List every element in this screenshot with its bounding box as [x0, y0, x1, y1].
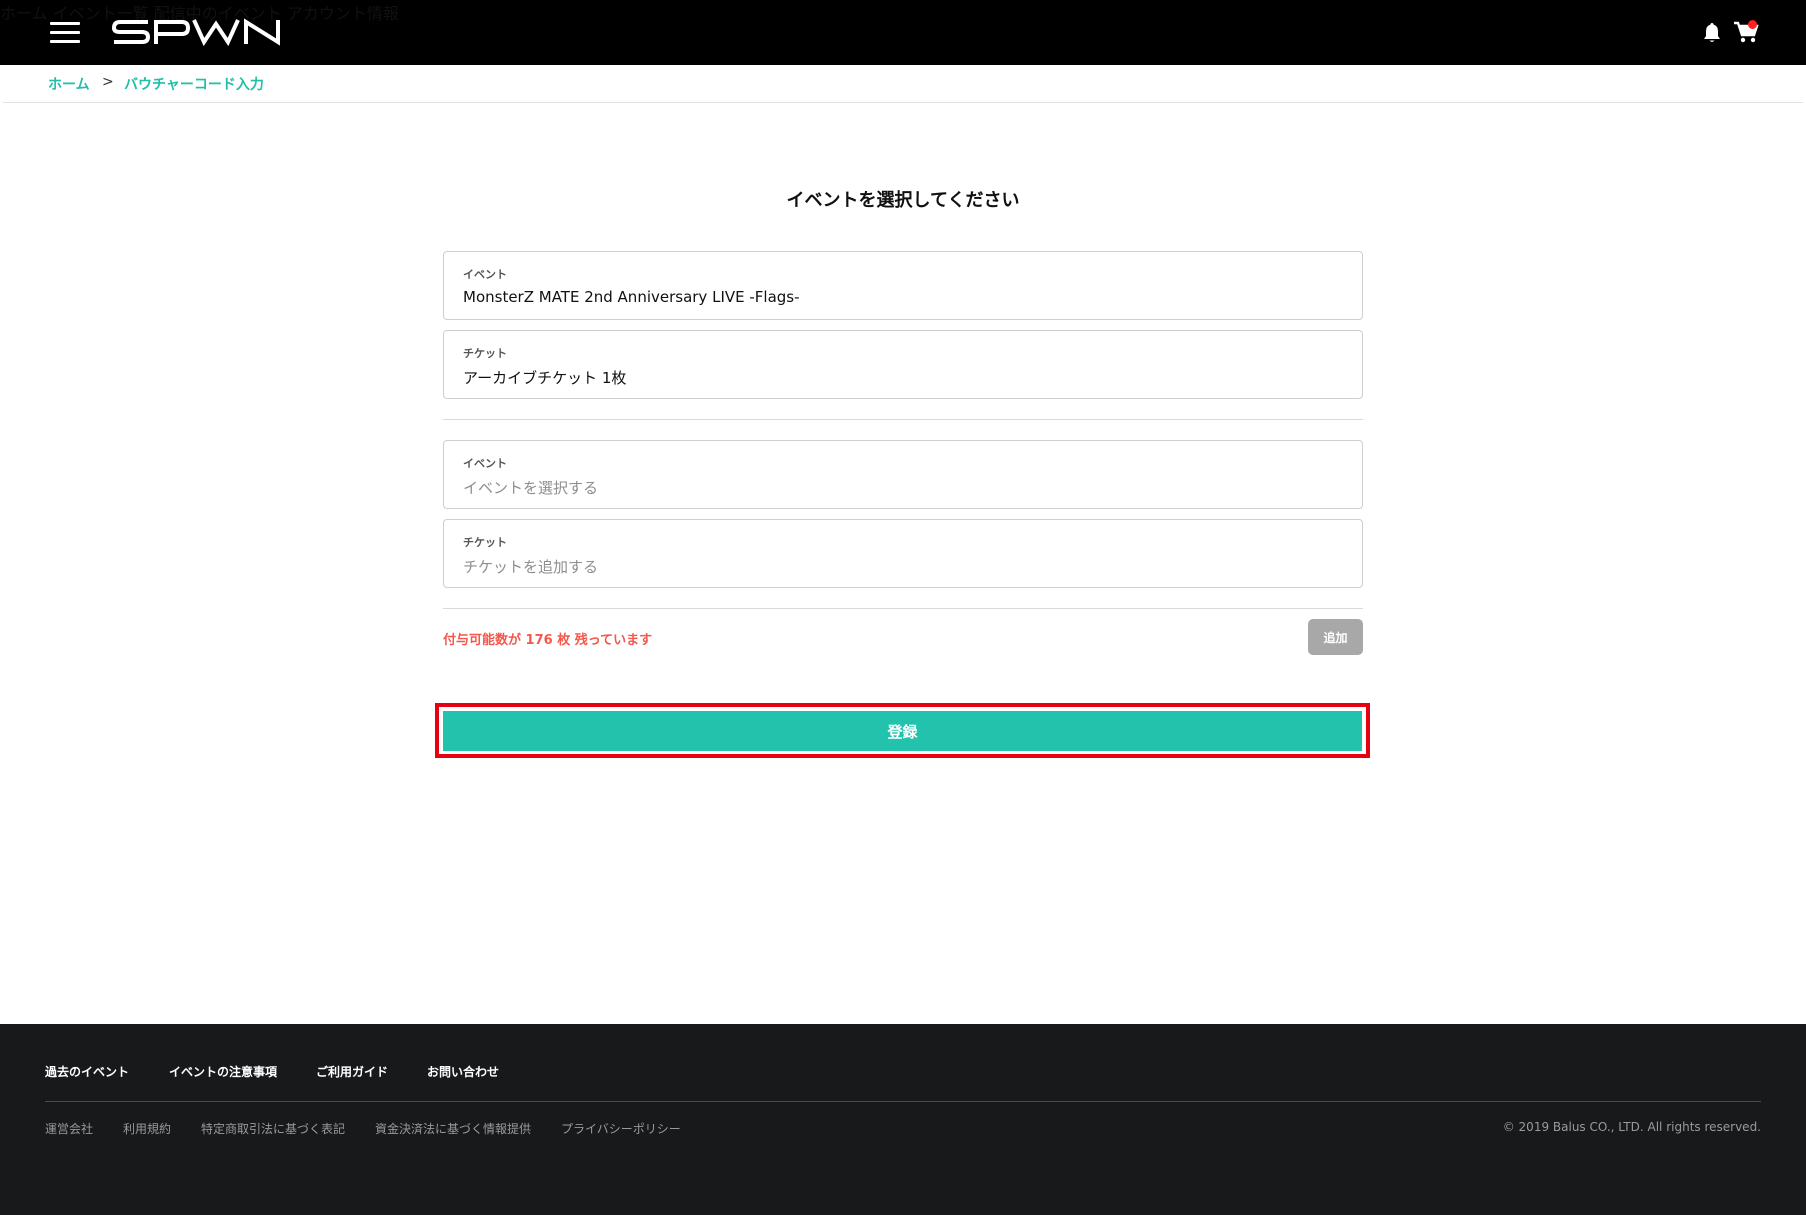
top-header: ホーム イベント一覧 配信中のイベント アカウント情報 [0, 0, 1806, 65]
section-divider [443, 608, 1363, 609]
register-button[interactable]: 登録 [443, 711, 1362, 751]
menu-icon[interactable] [50, 22, 80, 43]
footer-link-privacy[interactable]: プライバシーポリシー [561, 1120, 681, 1137]
footer-link-terms[interactable]: 利用規約 [123, 1120, 171, 1137]
breadcrumb: ホーム > バウチャーコード入力 [3, 65, 1803, 103]
ticket-add-field[interactable]: チケット チケットを追加する [443, 519, 1363, 588]
footer-link-contact[interactable]: お問い合わせ [427, 1063, 499, 1080]
field-placeholder: チケットを追加する [463, 558, 599, 576]
field-value: MonsterZ MATE 2nd Anniversary LIVE -Flag… [463, 288, 800, 306]
footer-divider [45, 1101, 1761, 1102]
event-select-field[interactable]: イベント イベントを選択する [443, 440, 1363, 509]
breadcrumb-separator: > [102, 74, 114, 90]
field-label: イベント [463, 268, 507, 281]
copyright-text: © 2019 Balus CO., LTD. All rights reserv… [1502, 1120, 1761, 1134]
nav-account-info[interactable]: アカウント情報 [287, 4, 399, 23]
remaining-count-text: 付与可能数が 176 枚 残っています [443, 633, 653, 648]
spwn-logo[interactable] [112, 18, 284, 46]
bell-icon[interactable] [1702, 22, 1722, 44]
cart-notification-dot [1748, 20, 1757, 29]
page-title: イベントを選択してください [786, 190, 1020, 211]
field-label: チケット [463, 347, 507, 360]
section-divider [443, 419, 1363, 420]
footer-link-event-notes[interactable]: イベントの注意事項 [169, 1063, 277, 1080]
field-value: アーカイブチケット 1枚 [463, 369, 627, 387]
footer: 過去のイベント イベントの注意事項 ご利用ガイド お問い合わせ 運営会社 利用規… [0, 1024, 1806, 1215]
breadcrumb-current[interactable]: バウチャーコード入力 [124, 74, 264, 94]
selected-event-field[interactable]: イベント MonsterZ MATE 2nd Anniversary LIVE … [443, 251, 1363, 320]
add-button[interactable]: 追加 [1308, 619, 1363, 655]
nav-home[interactable]: ホーム [0, 4, 48, 23]
footer-link-past-events[interactable]: 過去のイベント [45, 1063, 129, 1080]
breadcrumb-home[interactable]: ホーム [48, 74, 90, 94]
field-label: チケット [463, 536, 507, 549]
field-placeholder: イベントを選択する [463, 479, 599, 497]
footer-link-company[interactable]: 運営会社 [45, 1120, 93, 1137]
field-label: イベント [463, 457, 507, 470]
footer-link-commercial-law[interactable]: 特定商取引法に基づく表記 [201, 1120, 345, 1137]
selected-ticket-field[interactable]: チケット アーカイブチケット 1枚 [443, 330, 1363, 399]
footer-link-payment-law[interactable]: 資金決済法に基づく情報提供 [375, 1120, 531, 1137]
footer-link-guide[interactable]: ご利用ガイド [316, 1063, 388, 1080]
